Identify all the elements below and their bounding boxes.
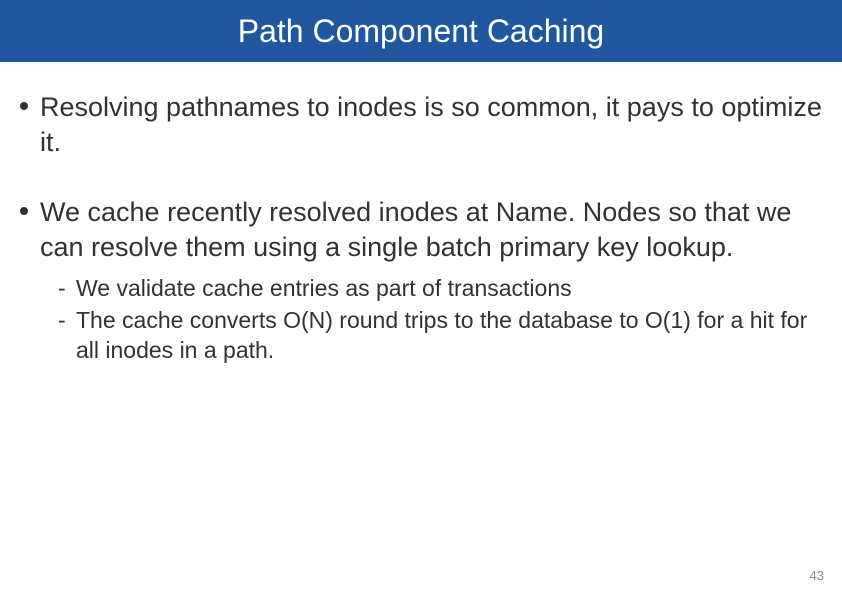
dash-icon: - bbox=[58, 274, 66, 304]
bullet-item: Resolving pathnames to inodes is so comm… bbox=[20, 90, 822, 159]
sub-bullet-text: We validate cache entries as part of tra… bbox=[76, 275, 572, 301]
dash-icon: - bbox=[58, 306, 66, 336]
bullet-text: We cache recently resolved inodes at Nam… bbox=[40, 197, 791, 262]
slide-content: Resolving pathnames to inodes is so comm… bbox=[0, 62, 842, 366]
sub-bullet-text: The cache converts O(N) round trips to t… bbox=[76, 307, 807, 363]
bullet-dot-icon bbox=[20, 102, 28, 110]
bullet-item: We cache recently resolved inodes at Nam… bbox=[20, 195, 822, 366]
sub-bullet-list: - We validate cache entries as part of t… bbox=[40, 274, 822, 366]
sub-bullet-item: - We validate cache entries as part of t… bbox=[58, 274, 822, 304]
bullet-dot-icon bbox=[20, 207, 28, 215]
page-number: 43 bbox=[810, 568, 824, 583]
slide-header: Path Component Caching bbox=[0, 0, 842, 62]
bullet-text: Resolving pathnames to inodes is so comm… bbox=[40, 92, 822, 157]
sub-bullet-item: - The cache converts O(N) round trips to… bbox=[58, 306, 822, 366]
slide-title: Path Component Caching bbox=[238, 13, 604, 50]
